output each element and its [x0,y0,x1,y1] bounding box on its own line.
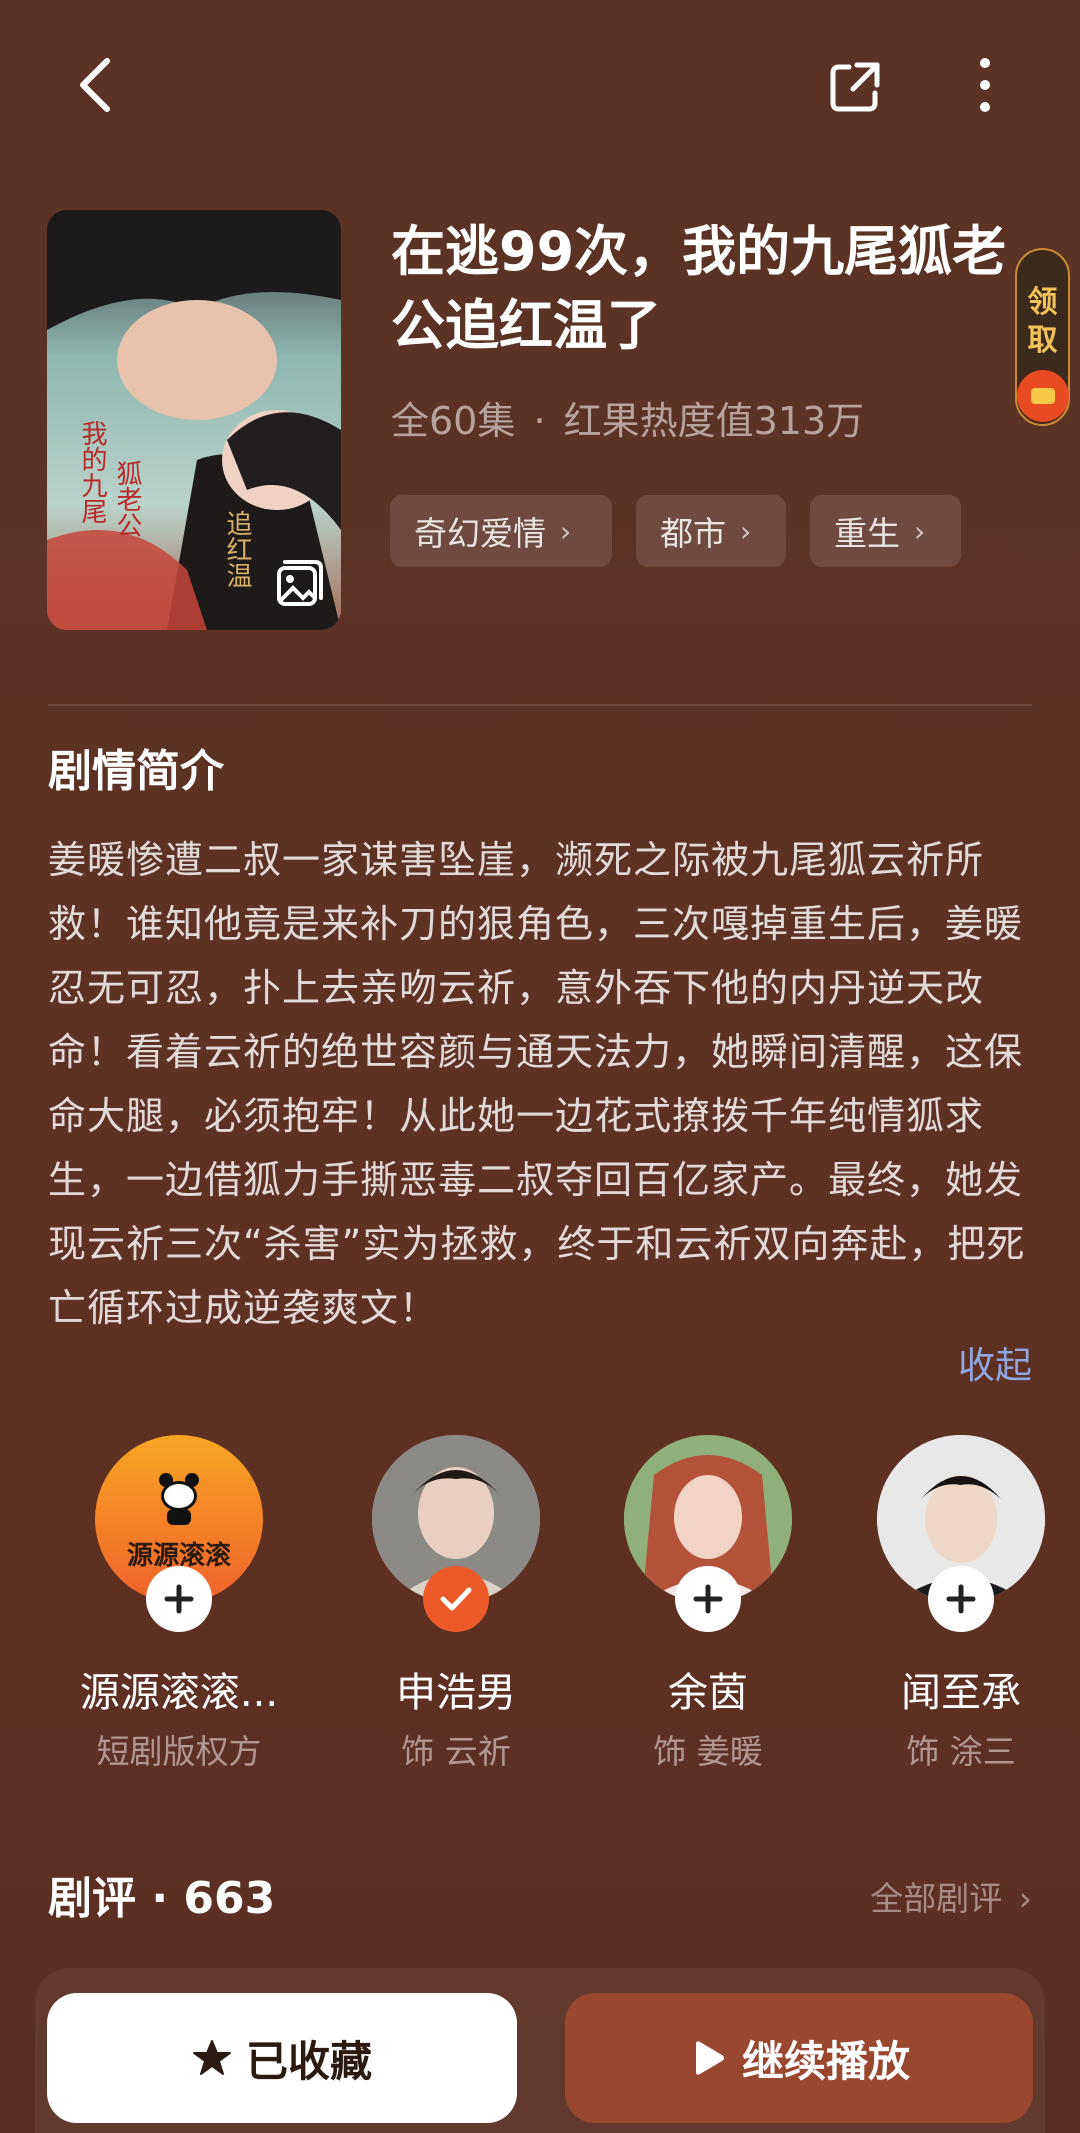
cast-role: 饰 云祈 [401,1732,511,1771]
cast-role: 饰 姜暖 [653,1732,763,1771]
reward-char: 取 [1027,323,1058,358]
synopsis-heading: 剧情简介 [48,746,224,797]
chevron-right-icon: › [740,514,752,548]
play-icon [695,2041,724,2075]
drama-title: 在逃99次，我的九尾狐老公追红温了 [391,220,1007,357]
all-reviews-label: 全部剧评 [870,1879,1003,1918]
reviews-heading: 剧评 · 663 [48,1873,276,1924]
tag-fantasy-romance[interactable]: 奇幻爱情 › [390,495,612,567]
cast-role: 短剧版权方 [96,1732,262,1771]
synopsis-text: 姜暖惨遭二叔一家谋害坠崖，濒死之际被九尾狐云祈所救！谁知他竟是来补刀的狠角色，三… [48,838,1026,1330]
svg-text:我的九尾: 我的九尾 [77,420,107,524]
follow-button[interactable] [928,1566,994,1632]
heat-value: 红果热度值313万 [563,399,865,443]
drama-meta: 全60集 · 红果热度值313万 [391,390,864,445]
collect-button[interactable]: 已收藏 [47,1993,517,2123]
panda-logo-icon [155,1473,203,1525]
follow-button[interactable] [146,1566,212,1632]
meta-separator: · [533,399,546,443]
continue-play-button[interactable]: 继续播放 [565,1993,1033,2123]
svg-text:狐老公: 狐老公 [112,460,142,538]
collapse-link[interactable]: 收起 [958,1335,1032,1389]
cast-name[interactable]: 闻至承 [861,1660,1061,1718]
tag-rebirth[interactable]: 重生 › [810,495,961,567]
followed-button[interactable] [423,1566,489,1632]
chevron-right-icon: › [560,514,572,548]
tag-label: 重生 [834,514,900,553]
chevron-right-icon: › [914,514,926,548]
play-label: 继续播放 [741,2036,910,2086]
more-button[interactable] [950,50,1020,120]
cast-name[interactable]: 申浩男 [356,1660,556,1718]
share-button[interactable] [820,52,890,122]
plus-icon [164,1584,194,1614]
collect-label: 已收藏 [245,2036,372,2086]
gallery-button[interactable] [275,558,325,608]
red-envelope-icon [1016,370,1069,422]
all-reviews-link[interactable]: 全部剧评 › [870,1872,1032,1920]
tag-label: 奇幻爱情 [414,514,546,553]
chevron-left-icon [80,58,110,112]
drama-poster[interactable]: 我的九尾 狐老公 追红温 [47,210,341,630]
tag-urban[interactable]: 都市 › [636,495,786,567]
chevron-right-icon: › [1018,1879,1032,1918]
cast-role: 饰 涂三 [906,1732,1016,1771]
star-icon [192,2040,231,2075]
svg-text:追红温: 追红温 [222,510,252,588]
reward-badge[interactable]: 领 取 [1015,248,1070,426]
plus-icon [946,1584,976,1614]
episode-count: 全60集 [391,399,516,443]
cast-name[interactable]: 源源滚滚... [59,1660,299,1718]
share-icon [830,62,880,112]
image-icon [277,560,323,606]
reward-char: 领 [1027,285,1058,320]
check-icon [440,1587,472,1611]
follow-button[interactable] [675,1566,741,1632]
tag-label: 都市 [660,514,726,553]
more-vertical-icon [980,58,990,112]
back-button[interactable] [60,50,130,120]
cast-name[interactable]: 余茵 [608,1660,808,1718]
plus-icon [693,1584,723,1614]
divider [48,704,1032,706]
